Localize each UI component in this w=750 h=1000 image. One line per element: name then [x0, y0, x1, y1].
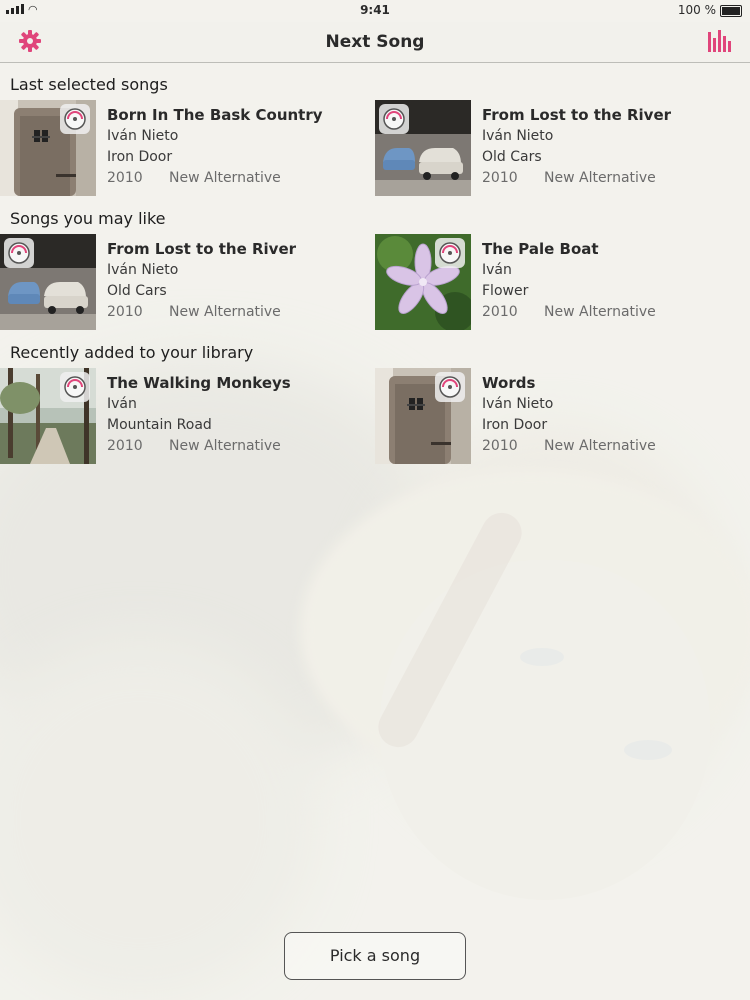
status-bar: ◠ 9:41 100 % [0, 0, 750, 22]
song-album: Flower [482, 283, 529, 299]
song-artist: Iván Nieto [107, 262, 179, 278]
song-genre: New Alternative [169, 304, 281, 320]
song-genre: New Alternative [544, 170, 656, 186]
vinyl-badge-icon [60, 372, 90, 402]
song-card[interactable]: Words Iván Nieto Iron Door 2010 New Alter… [375, 368, 745, 464]
vinyl-badge-icon [60, 104, 90, 134]
song-genre: New Alternative [169, 170, 281, 186]
vinyl-badge-icon [4, 238, 34, 268]
section-title-last-selected: Last selected songs [10, 75, 168, 94]
song-card[interactable]: From Lost to the River Iván Nieto Old Ca… [0, 234, 370, 330]
song-title: From Lost to the River [107, 240, 297, 258]
equalizer-icon[interactable] [708, 30, 732, 52]
song-year: 2010 [107, 170, 143, 186]
song-title: Born In The Bask Country [107, 106, 323, 124]
status-time: 9:41 [360, 3, 390, 17]
song-artist: Iván Nieto [482, 128, 554, 144]
section-title-recently-added: Recently added to your library [10, 343, 254, 362]
section-row: From Lost to the River Iván Nieto Old Ca… [0, 234, 750, 330]
song-year: 2010 [482, 304, 518, 320]
vinyl-badge-icon [435, 372, 465, 402]
page-title: Next Song [325, 32, 425, 52]
song-artist: Iván [107, 396, 137, 412]
song-album: Iron Door [482, 417, 548, 433]
vinyl-badge-icon [379, 104, 409, 134]
song-album: Iron Door [107, 149, 173, 165]
song-year: 2010 [482, 170, 518, 186]
song-year: 2010 [107, 304, 143, 320]
song-title: The Pale Boat [482, 240, 599, 258]
song-album: Old Cars [107, 283, 167, 299]
pick-song-button[interactable]: Pick a song [284, 932, 466, 980]
song-year: 2010 [482, 438, 518, 454]
section-title-may-like: Songs you may like [10, 209, 166, 228]
song-year: 2010 [107, 438, 143, 454]
song-genre: New Alternative [544, 304, 656, 320]
song-artist: Iván [482, 262, 512, 278]
song-artist: Iván Nieto [482, 396, 554, 412]
song-card[interactable]: The Walking Monkeys Iván Mountain Road 2… [0, 368, 370, 464]
song-genre: New Alternative [169, 438, 281, 454]
song-title: Words [482, 374, 536, 392]
song-album: Old Cars [482, 149, 542, 165]
song-card[interactable]: From Lost to the River Iván Nieto Old Ca… [375, 100, 745, 196]
battery-icon [720, 5, 742, 17]
song-artist: Iván Nieto [107, 128, 179, 144]
section-row: Born In The Bask Country Iván Nieto Iron… [0, 100, 750, 196]
navigation-bar: Next Song [0, 22, 750, 63]
song-card[interactable]: The Pale Boat Iván Flower 2010 New Altern… [375, 234, 745, 330]
song-card[interactable]: Born In The Bask Country Iván Nieto Iron… [0, 100, 370, 196]
song-genre: New Alternative [544, 438, 656, 454]
song-album: Mountain Road [107, 417, 212, 433]
song-title: From Lost to the River [482, 106, 672, 124]
battery-percent: 100 % [677, 3, 716, 17]
vinyl-badge-icon [435, 238, 465, 268]
section-row: The Walking Monkeys Iván Mountain Road 2… [0, 368, 750, 464]
song-title: The Walking Monkeys [107, 374, 291, 392]
